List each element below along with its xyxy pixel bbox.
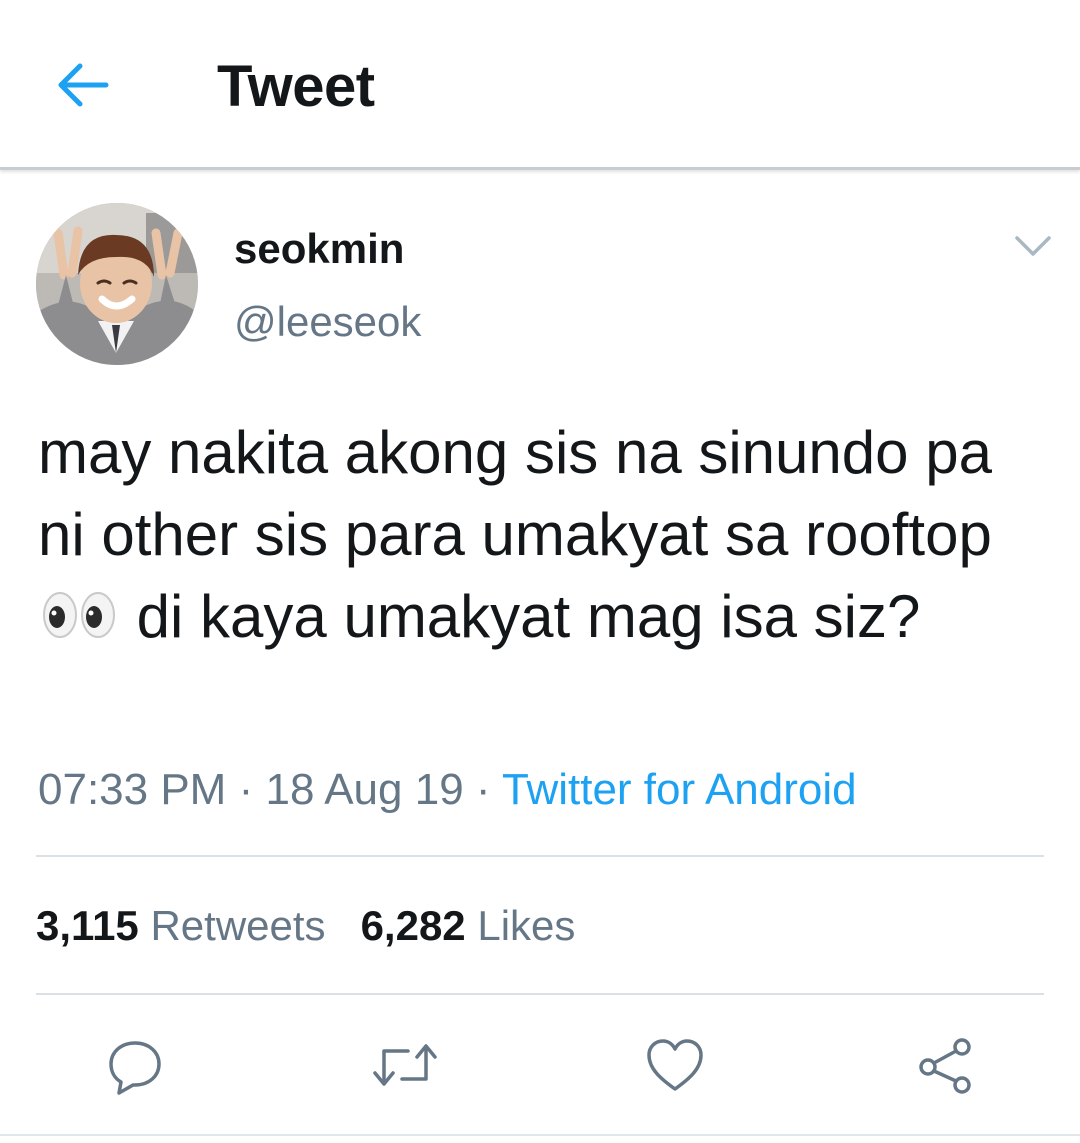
divider xyxy=(36,855,1044,857)
retweets-label: Retweets xyxy=(150,902,326,949)
divider xyxy=(36,993,1044,995)
tweet-text-part1: may nakita akong sis na sinundo pa ni ot… xyxy=(38,419,992,568)
page-title: Tweet xyxy=(217,54,375,119)
arrow-left-icon xyxy=(58,63,109,107)
tweet-time: 07:33 PM xyxy=(38,765,227,814)
bottom-divider xyxy=(0,1134,1080,1136)
display-name[interactable]: seokmin xyxy=(234,225,404,273)
meta-separator: · xyxy=(475,765,491,814)
tweet-stats: 3,115 Retweets 6,282 Likes xyxy=(36,902,575,950)
avatar[interactable] xyxy=(36,203,198,365)
tweet-actions xyxy=(0,1030,1080,1100)
tweet-meta: 07:33 PM · 18 Aug 19 · Twitter for Andro… xyxy=(38,765,857,815)
meta-separator: · xyxy=(238,765,254,814)
reply-icon xyxy=(109,1041,161,1095)
share-icon xyxy=(919,1038,971,1094)
retweets-stat[interactable]: 3,115 Retweets xyxy=(36,902,326,949)
tweet-text: may nakita akong sis na sinundo pa ni ot… xyxy=(38,412,1048,664)
tweet-date: 18 Aug 19 xyxy=(265,765,464,814)
likes-stat[interactable]: 6,282 Likes xyxy=(361,902,576,949)
tweet-menu-button[interactable] xyxy=(1010,226,1056,266)
share-button[interactable] xyxy=(910,1030,980,1100)
back-button[interactable] xyxy=(50,52,116,118)
reply-button[interactable] xyxy=(100,1030,170,1100)
top-app-bar: Tweet xyxy=(0,0,1080,170)
retweet-button[interactable] xyxy=(370,1030,440,1100)
likes-label: Likes xyxy=(477,902,576,949)
tweet-source-link[interactable]: Twitter for Android xyxy=(502,765,857,814)
like-button[interactable] xyxy=(640,1030,710,1100)
likes-count: 6,282 xyxy=(360,902,466,949)
heart-icon xyxy=(647,1039,703,1091)
retweet-icon xyxy=(373,1044,437,1086)
chevron-down-icon xyxy=(1015,236,1051,256)
eyes-emoji xyxy=(42,582,116,664)
retweets-count: 3,115 xyxy=(36,902,139,949)
tweet-text-part2: di kaya umakyat mag isa siz? xyxy=(136,583,921,650)
profile-photo xyxy=(36,203,198,365)
user-handle[interactable]: @leeseok xyxy=(234,298,421,346)
